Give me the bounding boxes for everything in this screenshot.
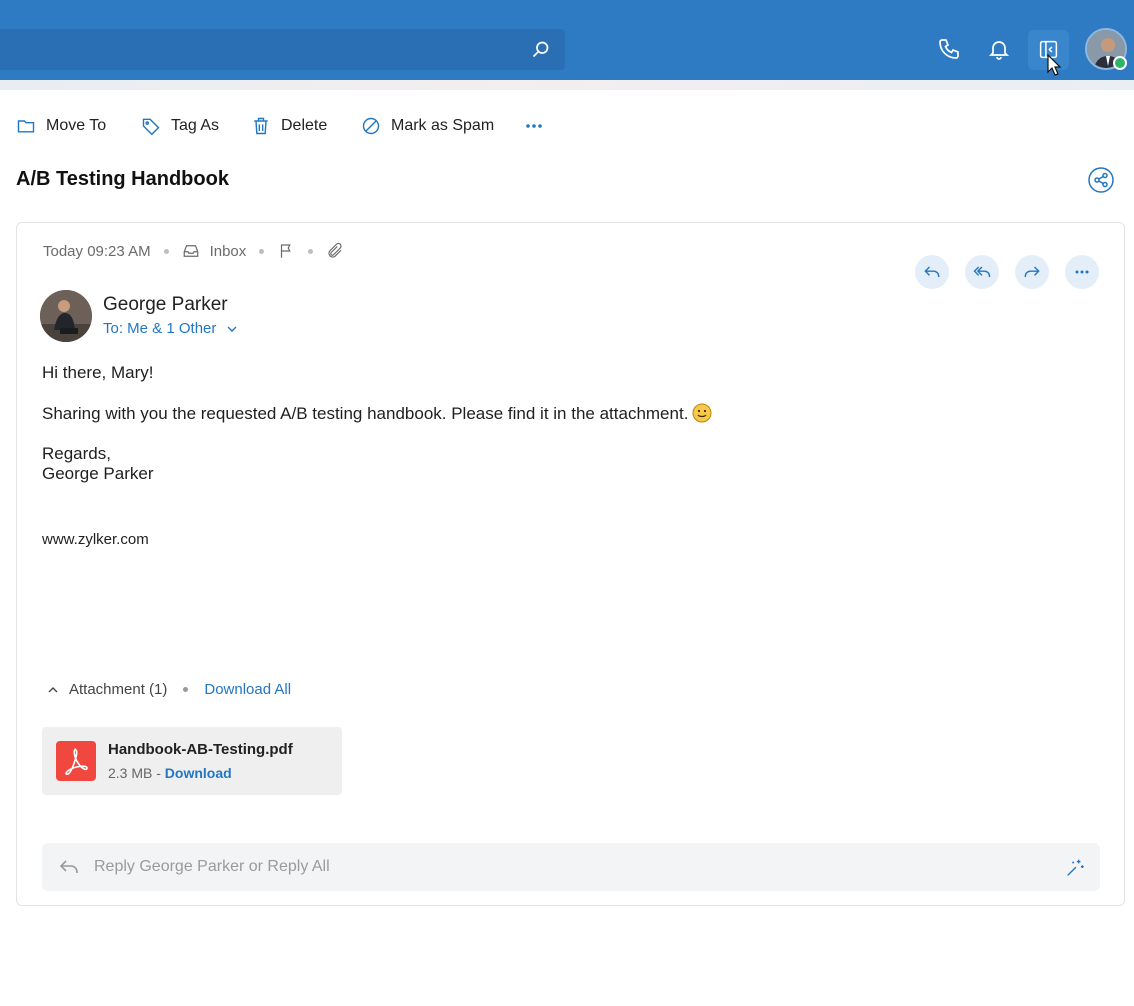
reply-arrow-icon bbox=[59, 860, 78, 873]
greeting-text: Hi there, Mary! bbox=[42, 363, 154, 382]
inbox-icon bbox=[183, 245, 198, 257]
top-bar bbox=[0, 0, 1134, 80]
quick-reply-input[interactable]: Reply George Parker or Reply All bbox=[42, 843, 1100, 891]
header-divider bbox=[0, 80, 1134, 90]
mark-spam-button[interactable]: Mark as Spam bbox=[361, 110, 494, 142]
reply-all-icon bbox=[973, 266, 991, 277]
email-meta: Today 09:23 AM Inbox bbox=[43, 241, 344, 261]
reply-placeholder: Reply George Parker or Reply All bbox=[94, 858, 330, 875]
mark-spam-label: Mark as Spam bbox=[391, 117, 495, 134]
forward-button[interactable] bbox=[1015, 255, 1049, 289]
flag-icon[interactable] bbox=[277, 242, 295, 260]
reply-all-button[interactable] bbox=[965, 255, 999, 289]
delete-button[interactable]: Delete bbox=[251, 110, 327, 142]
paperclip-icon bbox=[328, 242, 342, 258]
tag-as-button[interactable]: Tag As bbox=[141, 110, 219, 142]
email-body: Hi there, Mary! Sharing with you the req… bbox=[42, 363, 1042, 484]
trash-icon bbox=[254, 117, 268, 135]
pdf-icon bbox=[56, 741, 96, 781]
folder-label[interactable]: Inbox bbox=[210, 243, 247, 260]
reply-icon bbox=[924, 266, 940, 277]
more-options-icon bbox=[1075, 270, 1089, 274]
sign-off: Regards, bbox=[42, 444, 111, 463]
signature-website: www.zylker.com bbox=[42, 531, 149, 548]
attachment-count[interactable]: Attachment (1) bbox=[69, 681, 167, 698]
email-subject: A/B Testing Handbook bbox=[16, 168, 229, 190]
delete-label: Delete bbox=[281, 117, 328, 134]
separator-dot bbox=[183, 687, 189, 692]
separator-dot bbox=[259, 248, 265, 254]
email-card: Today 09:23 AM Inbox George Parker To: M… bbox=[16, 222, 1125, 906]
reply-button[interactable] bbox=[915, 255, 949, 289]
sender-avatar[interactable] bbox=[40, 290, 92, 342]
email-timestamp: Today 09:23 AM bbox=[43, 242, 151, 260]
mouse-cursor-icon bbox=[1047, 54, 1061, 76]
separator-dot bbox=[308, 248, 314, 254]
separator-dot bbox=[163, 248, 169, 254]
message-toolbar: Move To Tag As Delete Mark as Spam bbox=[0, 110, 1134, 142]
more-options-icon[interactable] bbox=[524, 116, 544, 136]
forward-icon bbox=[1024, 266, 1040, 277]
folder-icon bbox=[17, 120, 35, 133]
search-icon[interactable] bbox=[530, 39, 551, 60]
download-all-link[interactable]: Download All bbox=[204, 681, 291, 698]
more-actions-button[interactable] bbox=[1065, 255, 1099, 289]
chevron-down-icon bbox=[227, 326, 237, 332]
online-status-badge bbox=[1113, 56, 1127, 70]
download-link[interactable]: Download bbox=[165, 765, 232, 781]
search-bar[interactable] bbox=[0, 29, 565, 70]
share-icon[interactable] bbox=[1088, 167, 1114, 193]
attachment-item[interactable]: Handbook-AB-Testing.pdf 2.3 MB - Downloa… bbox=[42, 727, 342, 795]
tag-icon bbox=[142, 118, 160, 136]
attachment-meta: 2.3 MB - Download bbox=[108, 765, 232, 781]
attachment-size: 2.3 MB - bbox=[108, 765, 165, 781]
smiley-emoji-icon bbox=[692, 403, 712, 423]
chevron-up-icon[interactable] bbox=[45, 682, 61, 698]
bell-icon[interactable] bbox=[987, 37, 1011, 61]
block-icon bbox=[362, 117, 380, 135]
move-to-button[interactable]: Move To bbox=[16, 110, 106, 142]
tag-as-label: Tag As bbox=[171, 117, 220, 134]
phone-icon[interactable] bbox=[937, 37, 961, 61]
attachment-header: Attachment (1) Download All bbox=[45, 681, 291, 698]
recipients-label: To: Me & 1 Other bbox=[103, 320, 217, 337]
recipients-toggle[interactable]: To: Me & 1 Other bbox=[103, 320, 240, 337]
sender-photo bbox=[40, 290, 92, 342]
attachment-name: Handbook-AB-Testing.pdf bbox=[108, 741, 293, 758]
signature-name: George Parker bbox=[42, 464, 154, 483]
message-text: Sharing with you the requested A/B testi… bbox=[42, 404, 689, 423]
move-to-label: Move To bbox=[46, 117, 107, 134]
message-paragraph: Sharing with you the requested A/B testi… bbox=[42, 403, 1042, 424]
ai-sparkle-icon[interactable] bbox=[1064, 857, 1086, 879]
sender-name[interactable]: George Parker bbox=[103, 294, 228, 316]
